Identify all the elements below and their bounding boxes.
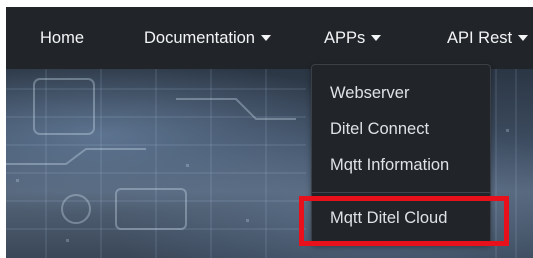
apps-dropdown-menu: Webserver Ditel Connect Mqtt Information… [311, 64, 491, 245]
nav-documentation-label: Documentation [144, 29, 255, 47]
nav-apps-dropdown[interactable]: APPs [324, 7, 382, 69]
caret-down-icon [518, 34, 529, 41]
caret-down-icon [371, 34, 382, 41]
dropdown-divider [312, 192, 490, 193]
dropdown-item-ditel-connect[interactable]: Ditel Connect [330, 120, 429, 139]
nav-home-link[interactable]: Home [40, 7, 84, 69]
top-navbar: Home Documentation APPs API Rest [6, 7, 533, 69]
dropdown-item-webserver[interactable]: Webserver [330, 84, 409, 103]
dropdown-item-mqtt-ditel-cloud[interactable]: Mqtt Ditel Cloud [330, 209, 447, 228]
screenshot-stage: Home Documentation APPs API Rest Webserv… [0, 0, 533, 258]
nav-home-label: Home [40, 29, 85, 47]
caret-down-icon [260, 34, 271, 41]
nav-api-rest-dropdown[interactable]: API Rest [447, 7, 529, 69]
nav-documentation-dropdown[interactable]: Documentation [144, 7, 271, 69]
dropdown-item-mqtt-information[interactable]: Mqtt Information [330, 156, 449, 175]
nav-apps-label: APPs [324, 29, 366, 47]
nav-api-rest-label: API Rest [447, 29, 513, 47]
